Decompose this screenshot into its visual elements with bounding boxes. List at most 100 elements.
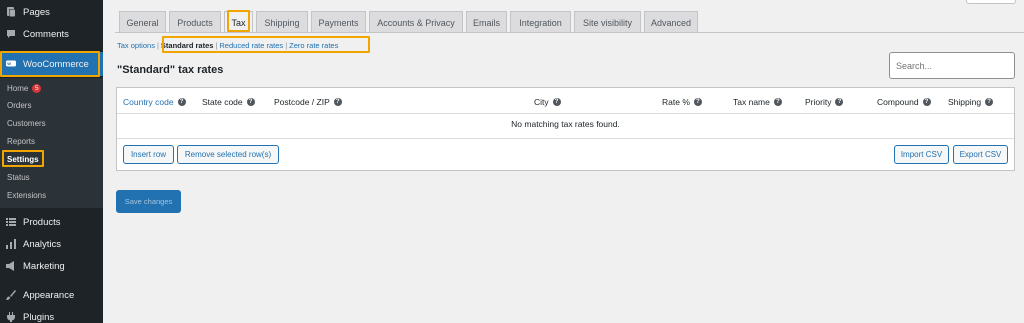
tab-label: General <box>126 17 159 28</box>
comments-icon <box>6 29 16 39</box>
submenu-reports[interactable]: Reports <box>7 134 35 148</box>
analytics-icon <box>6 239 16 249</box>
menu-label: Analytics <box>23 238 62 250</box>
column-header-tax-name: Tax name? <box>733 97 782 107</box>
menu-item-marketing[interactable]: Marketing <box>0 255 103 277</box>
help-icon[interactable]: ? <box>985 98 994 106</box>
tab-shipping[interactable]: Shipping <box>256 11 308 33</box>
help-icon[interactable]: ? <box>773 98 782 106</box>
tab-label: Products <box>177 17 213 28</box>
column-label: State code <box>202 97 243 107</box>
menu-label: Appearance <box>23 289 75 301</box>
tab-label: Emails <box>472 17 500 28</box>
subnav-separator: | <box>156 41 159 50</box>
subnav-highlight <box>162 36 370 53</box>
column-label: Priority <box>805 97 832 107</box>
tab-site-visibility[interactable]: Site visibility <box>574 11 641 33</box>
insert-row-button[interactable]: Insert row <box>123 145 174 164</box>
tab-payments[interactable]: Payments <box>311 11 366 33</box>
submenu-customers[interactable]: Customers <box>7 116 46 130</box>
tax-tab-highlight <box>227 10 250 32</box>
tab-emails[interactable]: Emails <box>466 11 507 33</box>
column-header-country-code[interactable]: Country code? <box>123 97 186 107</box>
submenu-label: Customers <box>7 118 46 128</box>
products-icon <box>6 217 16 227</box>
marketing-icon <box>6 261 16 271</box>
save-changes-button[interactable]: Save changes <box>116 190 181 213</box>
tab-general[interactable]: General <box>119 11 166 33</box>
help-icon[interactable]: ? <box>246 98 255 106</box>
help-icon[interactable]: ? <box>333 98 342 106</box>
column-header-postcode: Postcode / ZIP? <box>274 97 342 107</box>
import-csv-button[interactable]: Import CSV <box>894 145 949 164</box>
tab-advanced[interactable]: Advanced <box>644 11 698 33</box>
tab-label: Integration <box>519 17 562 28</box>
tab-label: Shipping <box>264 17 300 28</box>
column-label: Postcode / ZIP <box>274 97 330 107</box>
column-label: City <box>534 97 549 107</box>
tab-accounts-privacy[interactable]: Accounts & Privacy <box>369 11 463 33</box>
submenu-orders[interactable]: Orders <box>7 98 31 112</box>
help-icon[interactable]: ? <box>835 98 844 106</box>
column-label: Compound <box>877 97 919 107</box>
submenu-extensions[interactable]: Extensions <box>7 188 46 202</box>
search-input[interactable] <box>889 52 1015 79</box>
remove-rows-button[interactable]: Remove selected row(s) <box>177 145 279 164</box>
settings-highlight <box>2 150 44 167</box>
export-csv-button[interactable]: Export CSV <box>953 145 1008 164</box>
woocommerce-submenu: Home 5 Orders Customers Reports Settings… <box>0 78 103 208</box>
empty-message: No matching tax rates found. <box>511 119 620 129</box>
column-header-city: City? <box>534 97 561 107</box>
column-header-state-code: State code? <box>202 97 255 107</box>
menu-item-plugins[interactable]: Plugins <box>0 306 103 323</box>
column-header-priority: Priority? <box>805 97 844 107</box>
subnav-tax-options[interactable]: Tax options <box>117 41 155 50</box>
submenu-status[interactable]: Status <box>7 170 30 184</box>
menu-label: Plugins <box>23 311 55 323</box>
help-icon[interactable]: ? <box>552 98 561 106</box>
notification-badge: 5 <box>32 83 42 93</box>
appearance-icon <box>6 290 16 300</box>
tab-integration[interactable]: Integration <box>510 11 571 33</box>
submenu-label: Home <box>7 83 29 93</box>
menu-label: Marketing <box>23 260 65 272</box>
submenu-home[interactable]: Home 5 <box>7 81 42 95</box>
tab-divider <box>115 32 1024 33</box>
column-header-rate: Rate %? <box>662 97 702 107</box>
screen-options-button[interactable] <box>966 0 1016 4</box>
admin-sidebar: Pages Comments W WooCommerce Home 5 Orde… <box>0 0 103 323</box>
page-title: "Standard" tax rates <box>117 64 224 76</box>
column-header-shipping: Shipping? <box>948 97 994 107</box>
help-icon[interactable]: ? <box>693 98 702 106</box>
submenu-label: Reports <box>7 136 36 146</box>
menu-item-analytics[interactable]: Analytics <box>0 233 103 255</box>
table-divider <box>117 113 1014 114</box>
column-label: Rate % <box>662 97 690 107</box>
table-divider <box>117 138 1014 139</box>
help-icon[interactable]: ? <box>177 98 186 106</box>
menu-label: Pages <box>23 6 50 18</box>
column-header-compound: Compound? <box>877 97 931 107</box>
help-icon[interactable]: ? <box>922 98 931 106</box>
menu-item-appearance[interactable]: Appearance <box>0 284 103 306</box>
menu-label: Products <box>23 216 61 228</box>
column-label: Shipping <box>948 97 982 107</box>
tab-label: Accounts & Privacy <box>377 17 455 28</box>
menu-item-products[interactable]: Products <box>0 211 103 233</box>
column-label: Tax name <box>733 97 770 107</box>
menu-item-comments[interactable]: Comments <box>0 23 103 45</box>
submenu-label: Status <box>7 172 30 182</box>
column-label: Country code <box>123 97 174 107</box>
submenu-label: Extensions <box>7 190 47 200</box>
tab-label: Payments <box>318 17 359 28</box>
tab-label: Advanced <box>650 17 692 28</box>
menu-item-pages[interactable]: Pages <box>0 1 103 23</box>
submenu-label: Orders <box>7 100 32 110</box>
tax-rates-table: Country code? State code? Postcode / ZIP… <box>116 87 1015 171</box>
plugins-icon <box>6 312 16 322</box>
menu-label: Comments <box>23 28 69 40</box>
tab-label: Site visibility <box>582 17 632 28</box>
pages-icon <box>6 7 16 17</box>
woocommerce-highlight <box>0 51 100 77</box>
tab-products[interactable]: Products <box>169 11 221 33</box>
